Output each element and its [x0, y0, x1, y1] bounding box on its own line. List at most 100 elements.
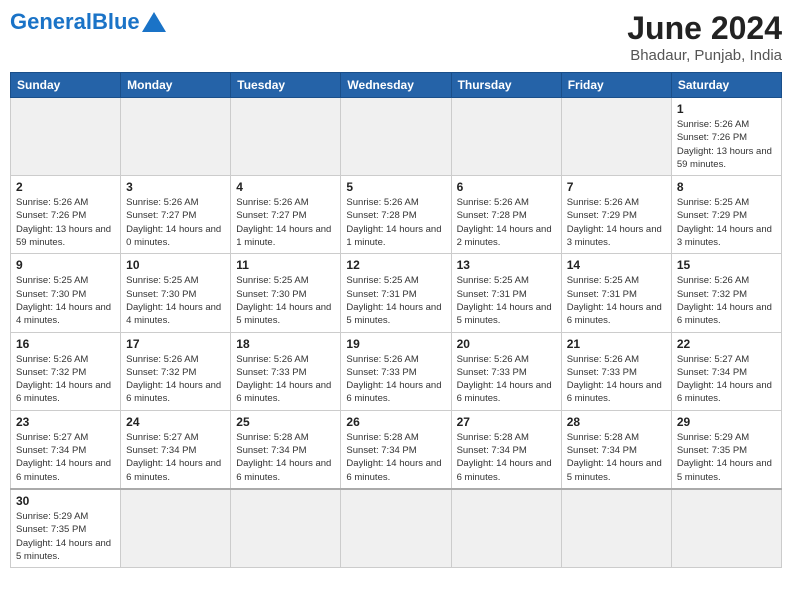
calendar-day-cell	[561, 489, 671, 568]
day-info: Sunrise: 5:26 AM Sunset: 7:28 PM Dayligh…	[346, 196, 445, 249]
calendar-day-cell: 12Sunrise: 5:25 AM Sunset: 7:31 PM Dayli…	[341, 254, 451, 332]
calendar-day-cell	[561, 98, 671, 176]
day-info: Sunrise: 5:26 AM Sunset: 7:28 PM Dayligh…	[457, 196, 556, 249]
col-thursday: Thursday	[451, 73, 561, 98]
col-saturday: Saturday	[671, 73, 781, 98]
calendar-day-cell: 22Sunrise: 5:27 AM Sunset: 7:34 PM Dayli…	[671, 332, 781, 410]
calendar-day-cell	[671, 489, 781, 568]
day-number: 6	[457, 180, 556, 194]
calendar-day-cell: 9Sunrise: 5:25 AM Sunset: 7:30 PM Daylig…	[11, 254, 121, 332]
calendar-day-cell: 29Sunrise: 5:29 AM Sunset: 7:35 PM Dayli…	[671, 410, 781, 489]
day-info: Sunrise: 5:26 AM Sunset: 7:26 PM Dayligh…	[16, 196, 115, 249]
col-friday: Friday	[561, 73, 671, 98]
calendar-day-cell: 14Sunrise: 5:25 AM Sunset: 7:31 PM Dayli…	[561, 254, 671, 332]
logo-general: General	[10, 9, 92, 34]
day-number: 7	[567, 180, 666, 194]
calendar-week-row: 16 Sunrise: 5:26 AM Sunset: 7:32 PM Dayli…	[11, 332, 782, 410]
calendar-day-cell: 16 Sunrise: 5:26 AM Sunset: 7:32 PM Dayli…	[11, 332, 121, 410]
col-tuesday: Tuesday	[231, 73, 341, 98]
day-info: Sunrise: 5:26 AM Sunset: 7:33 PM Dayligh…	[567, 353, 666, 406]
day-info: Sunrise: 5:26 AM Sunset: 7:29 PM Dayligh…	[567, 196, 666, 249]
month-year-title: June 2024	[627, 10, 782, 47]
day-info: Sunrise: 5:26 AM Sunset: 7:32 PM Dayligh…	[677, 274, 776, 327]
day-number: 16	[16, 337, 115, 351]
day-number: 2	[16, 180, 115, 194]
logo-text: GeneralBlue	[10, 10, 140, 34]
day-number: 13	[457, 258, 556, 272]
day-info: Sunrise: 5:26 AM Sunset: 7:33 PM Dayligh…	[236, 353, 335, 406]
calendar-day-cell: 13 Sunrise: 5:25 AM Sunset: 7:31 PM Dayli…	[451, 254, 561, 332]
day-number: 17	[126, 337, 225, 351]
calendar-day-cell	[11, 98, 121, 176]
logo-blue: Blue	[92, 9, 140, 34]
day-number: 28	[567, 415, 666, 429]
day-number: 27	[457, 415, 556, 429]
day-number: 30	[16, 494, 115, 508]
day-number: 25	[236, 415, 335, 429]
day-info: Sunrise: 5:26 AM Sunset: 7:33 PM Dayligh…	[346, 353, 445, 406]
day-number: 18	[236, 337, 335, 351]
calendar-day-cell: 19 Sunrise: 5:26 AM Sunset: 7:33 PM Dayli…	[341, 332, 451, 410]
day-info: Sunrise: 5:28 AM Sunset: 7:34 PM Dayligh…	[346, 431, 445, 484]
day-number: 24	[126, 415, 225, 429]
col-wednesday: Wednesday	[341, 73, 451, 98]
calendar-day-cell	[451, 98, 561, 176]
calendar-day-cell: 8 Sunrise: 5:25 AM Sunset: 7:29 PM Daylig…	[671, 176, 781, 254]
day-info: Sunrise: 5:25 AM Sunset: 7:29 PM Dayligh…	[677, 196, 776, 249]
calendar-day-cell	[121, 98, 231, 176]
calendar-week-row: 1Sunrise: 5:26 AM Sunset: 7:26 PM Daylig…	[11, 98, 782, 176]
location-subtitle: Bhadaur, Punjab, India	[627, 47, 782, 64]
calendar-day-cell: 2 Sunrise: 5:26 AM Sunset: 7:26 PM Daylig…	[11, 176, 121, 254]
calendar-day-cell: 21 Sunrise: 5:26 AM Sunset: 7:33 PM Dayli…	[561, 332, 671, 410]
day-info: Sunrise: 5:29 AM Sunset: 7:35 PM Dayligh…	[16, 510, 115, 563]
calendar-day-cell: 4Sunrise: 5:26 AM Sunset: 7:27 PM Daylig…	[231, 176, 341, 254]
calendar-week-row: 30 Sunrise: 5:29 AM Sunset: 7:35 PM Dayli…	[11, 489, 782, 568]
logo-triangle-icon	[142, 12, 166, 32]
title-area: June 2024 Bhadaur, Punjab, India	[627, 10, 782, 64]
day-info: Sunrise: 5:28 AM Sunset: 7:34 PM Dayligh…	[567, 431, 666, 484]
logo-area: GeneralBlue	[10, 10, 166, 34]
day-number: 22	[677, 337, 776, 351]
day-info: Sunrise: 5:26 AM Sunset: 7:32 PM Dayligh…	[16, 353, 115, 406]
day-number: 20	[457, 337, 556, 351]
calendar-day-cell: 11Sunrise: 5:25 AM Sunset: 7:30 PM Dayli…	[231, 254, 341, 332]
day-number: 29	[677, 415, 776, 429]
day-number: 21	[567, 337, 666, 351]
day-number: 23	[16, 415, 115, 429]
calendar-day-cell: 24Sunrise: 5:27 AM Sunset: 7:34 PM Dayli…	[121, 410, 231, 489]
calendar-week-row: 2 Sunrise: 5:26 AM Sunset: 7:26 PM Daylig…	[11, 176, 782, 254]
calendar-week-row: 23 Sunrise: 5:27 AM Sunset: 7:34 PM Dayli…	[11, 410, 782, 489]
calendar-day-cell	[341, 489, 451, 568]
page-container: GeneralBlue June 2024 Bhadaur, Punjab, I…	[10, 10, 782, 568]
day-info: Sunrise: 5:28 AM Sunset: 7:34 PM Dayligh…	[457, 431, 556, 484]
calendar-day-cell: 18 Sunrise: 5:26 AM Sunset: 7:33 PM Dayli…	[231, 332, 341, 410]
calendar-day-cell	[231, 489, 341, 568]
calendar-header-row: Sunday Monday Tuesday Wednesday Thursday…	[11, 73, 782, 98]
calendar-day-cell: 15 Sunrise: 5:26 AM Sunset: 7:32 PM Dayli…	[671, 254, 781, 332]
day-info: Sunrise: 5:26 AM Sunset: 7:33 PM Dayligh…	[457, 353, 556, 406]
calendar-day-cell: 26 Sunrise: 5:28 AM Sunset: 7:34 PM Dayli…	[341, 410, 451, 489]
day-number: 5	[346, 180, 445, 194]
calendar-day-cell: 10Sunrise: 5:25 AM Sunset: 7:30 PM Dayli…	[121, 254, 231, 332]
day-number: 8	[677, 180, 776, 194]
calendar-day-cell	[341, 98, 451, 176]
calendar-day-cell: 20 Sunrise: 5:26 AM Sunset: 7:33 PM Dayli…	[451, 332, 561, 410]
day-number: 19	[346, 337, 445, 351]
day-info: Sunrise: 5:26 AM Sunset: 7:27 PM Dayligh…	[126, 196, 225, 249]
day-number: 9	[16, 258, 115, 272]
day-info: Sunrise: 5:26 AM Sunset: 7:32 PM Dayligh…	[126, 353, 225, 406]
day-info: Sunrise: 5:25 AM Sunset: 7:31 PM Dayligh…	[457, 274, 556, 327]
day-info: Sunrise: 5:25 AM Sunset: 7:30 PM Dayligh…	[126, 274, 225, 327]
day-number: 15	[677, 258, 776, 272]
calendar-day-cell: 7 Sunrise: 5:26 AM Sunset: 7:29 PM Daylig…	[561, 176, 671, 254]
calendar-day-cell: 17 Sunrise: 5:26 AM Sunset: 7:32 PM Dayli…	[121, 332, 231, 410]
day-info: Sunrise: 5:27 AM Sunset: 7:34 PM Dayligh…	[16, 431, 115, 484]
calendar-day-cell: 5 Sunrise: 5:26 AM Sunset: 7:28 PM Daylig…	[341, 176, 451, 254]
calendar-day-cell: 1Sunrise: 5:26 AM Sunset: 7:26 PM Daylig…	[671, 98, 781, 176]
day-number: 12	[346, 258, 445, 272]
calendar-day-cell: 25Sunrise: 5:28 AM Sunset: 7:34 PM Dayli…	[231, 410, 341, 489]
day-number: 11	[236, 258, 335, 272]
day-number: 26	[346, 415, 445, 429]
calendar-week-row: 9 Sunrise: 5:25 AM Sunset: 7:30 PM Daylig…	[11, 254, 782, 332]
calendar-day-cell	[231, 98, 341, 176]
